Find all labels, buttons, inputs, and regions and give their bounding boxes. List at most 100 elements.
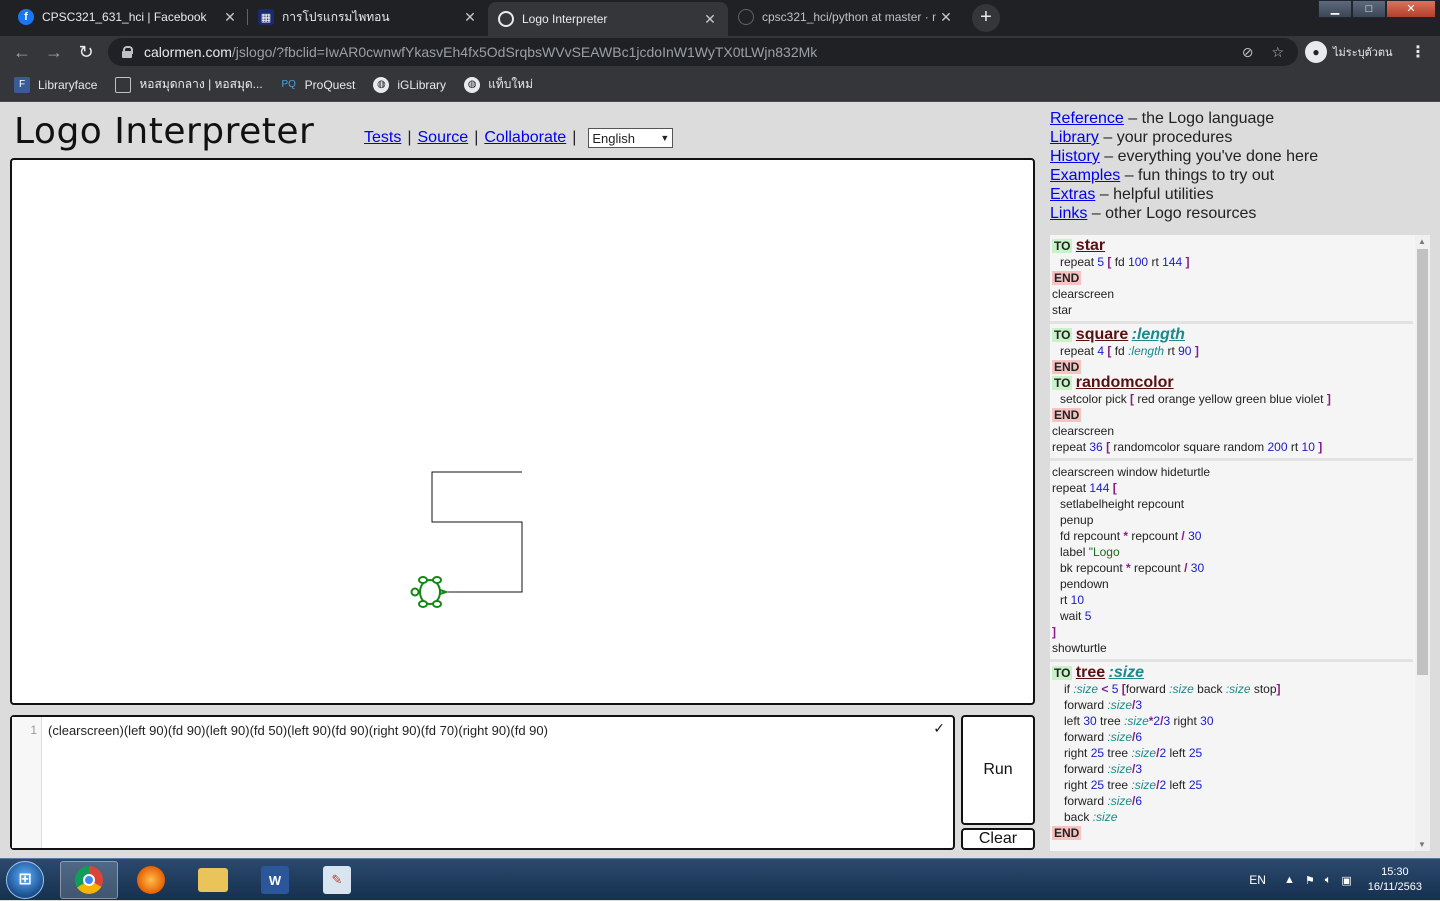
extras-link[interactable]: Extras <box>1050 186 1095 203</box>
taskbar-firefox[interactable] <box>122 861 180 899</box>
flag-icon[interactable]: ⚑ <box>1305 874 1315 887</box>
header-links: Tests | Source | Collaborate | English ▼ <box>364 128 674 148</box>
reference-row: Reference – the Logo language <box>1050 110 1275 127</box>
reference-row: Library – your procedures <box>1050 129 1233 146</box>
turtle-path <box>431 471 523 593</box>
history-link[interactable]: History <box>1050 148 1100 165</box>
logo-icon <box>498 11 514 27</box>
tests-link[interactable]: Tests <box>364 129 401 147</box>
turtle-icon <box>410 576 450 608</box>
code-editor[interactable]: 1 (clearscreen)(left 90)(fd 90)(left 90)… <box>10 715 955 850</box>
proquest-icon: PQ <box>280 76 297 93</box>
chrome-icon <box>75 866 103 894</box>
snippet-square-randomcolor[interactable]: TO square :length repeat 4 [ fd :length … <box>1050 324 1413 461</box>
maximize-button[interactable]: □ <box>1352 0 1386 18</box>
close-tab-icon[interactable]: ✕ <box>460 9 480 26</box>
close-window-button[interactable]: ✕ <box>1386 0 1436 18</box>
links-link[interactable]: Links <box>1050 205 1087 222</box>
network-icon[interactable]: ▣ <box>1341 874 1351 887</box>
reference-link[interactable]: Reference <box>1050 110 1124 127</box>
github-icon <box>738 9 754 25</box>
code-input[interactable]: (clearscreen)(left 90)(fd 90)(left 90)(f… <box>48 723 548 738</box>
forward-arrow-icon[interactable]: → <box>42 40 66 64</box>
close-tab-icon[interactable]: ✕ <box>936 9 956 26</box>
incognito-icon: ● <box>1305 41 1327 63</box>
url-text[interactable]: calormen.com/jslogo/?fbclid=IwAR0cwnwfYk… <box>144 44 817 60</box>
logo-page: Logo Interpreter Tests | Source | Collab… <box>0 103 1440 858</box>
show-hidden-icons-icon[interactable]: ▲ <box>1284 874 1295 886</box>
scroll-down-icon[interactable]: ▼ <box>1418 840 1426 849</box>
clear-button[interactable]: Clear <box>961 828 1035 850</box>
chevron-down-icon: ▼ <box>660 133 670 143</box>
tab-github[interactable]: cpsc321_hci/python at master · n ✕ <box>728 0 964 34</box>
run-button[interactable]: Run <box>961 715 1035 825</box>
address-bar[interactable]: calormen.com/jslogo/?fbclid=IwAR0cwnwfYk… <box>108 38 1298 66</box>
clock[interactable]: 15:30 16/11/2563 <box>1368 865 1422 895</box>
reference-row: Extras – helpful utilities <box>1050 186 1214 203</box>
shield-icon <box>115 76 132 93</box>
paint-icon: ✎ <box>323 866 351 894</box>
tab-logo-interpreter[interactable]: Logo Interpreter ✕ <box>488 2 728 36</box>
procedure-name: star <box>1075 237 1106 254</box>
turtle-canvas[interactable] <box>10 158 1035 705</box>
system-tray: EN ▲ ⚑ 🔈︎ ▣ 15:30 16/11/2563 <box>1249 859 1422 901</box>
tab-python-course[interactable]: ▦ การโปรแกรมไพทอน ✕ <box>248 0 488 34</box>
site-icon: ▦ <box>258 9 274 25</box>
bookmarks-bar: F Libraryface หอสมุดกลาง | หอสมุด... PQ Pr… <box>0 68 1440 102</box>
omnibox-icons: ⊘ ☆ <box>1242 44 1284 61</box>
firefox-icon <box>137 866 165 894</box>
procedure-name: randomcolor <box>1075 374 1174 391</box>
taskbar-chrome[interactable] <box>60 861 118 899</box>
volume-icon[interactable]: 🔈︎ <box>1325 874 1332 887</box>
minimize-button[interactable]: ▁ <box>1318 0 1352 18</box>
bookmark-star-icon[interactable]: ☆ <box>1271 44 1284 61</box>
facebook-icon: f <box>18 9 34 25</box>
reference-row: Links – other Logo resources <box>1050 205 1257 222</box>
examples-panel[interactable]: TO star repeat 5 [ fd 100 rt 144 ] END c… <box>1050 235 1430 851</box>
browser-tab-strip: f CPSC321_631_hci | Facebook ✕ ▦ การโปรแ… <box>0 0 1440 36</box>
eye-slash-icon[interactable]: ⊘ <box>1242 44 1254 61</box>
reload-icon[interactable]: ↻ <box>74 40 98 64</box>
taskbar-explorer[interactable] <box>184 861 242 899</box>
input-language[interactable]: EN <box>1249 873 1266 887</box>
source-link[interactable]: Source <box>418 129 469 147</box>
tab-facebook[interactable]: f CPSC321_631_hci | Facebook ✕ <box>8 0 248 34</box>
lock-icon[interactable] <box>122 46 133 58</box>
page-title: Logo Interpreter <box>14 111 315 152</box>
more-menu-icon[interactable]: ⋮ <box>1410 42 1426 62</box>
turtle-drawing <box>410 471 523 608</box>
examples-link[interactable]: Examples <box>1050 167 1120 184</box>
start-button[interactable]: ⊞ <box>6 861 44 899</box>
language-select[interactable]: English ▼ <box>588 128 674 148</box>
windows-taskbar: ⊞ W ✎ EN ▲ ⚑ 🔈︎ ▣ 15:30 16/11/2563 <box>0 858 1440 900</box>
procedure-name: square <box>1075 326 1129 343</box>
browser-toolbar: ← → ↻ calormen.com/jslogo/?fbclid=IwAR0c… <box>0 36 1440 68</box>
bookmark-iglibrary[interactable]: ◍ iGLibrary <box>373 76 446 93</box>
taskbar-paint[interactable]: ✎ <box>308 861 366 899</box>
collaborate-link[interactable]: Collaborate <box>484 129 566 147</box>
library-link[interactable]: Library <box>1050 129 1099 146</box>
bookmark-central-library[interactable]: หอสมุดกลาง | หอสมุด... <box>115 75 263 94</box>
panel-scrollbar[interactable]: ▲ ▼ <box>1415 235 1430 851</box>
bookmark-new-tab[interactable]: ◍ แท็บใหม่ <box>464 75 533 94</box>
snippet-labels[interactable]: clearscreen window hideturtle repeat 144… <box>1050 461 1413 662</box>
back-arrow-icon[interactable]: ← <box>10 40 34 64</box>
reference-row: History – everything you've done here <box>1050 148 1319 165</box>
word-icon: W <box>261 866 289 894</box>
reference-links: Reference – the Logo language Library – … <box>1050 109 1318 223</box>
taskbar-word[interactable]: W <box>246 861 304 899</box>
incognito-profile[interactable]: ● ไม่ระบุตัวตน <box>1305 40 1393 64</box>
new-tab-button[interactable]: + <box>972 4 1000 32</box>
scroll-up-icon[interactable]: ▲ <box>1418 237 1426 246</box>
scrollbar-thumb[interactable] <box>1417 249 1428 675</box>
close-tab-icon[interactable]: ✕ <box>220 9 240 26</box>
snippet-star[interactable]: TO star repeat 5 [ fd 100 rt 144 ] END c… <box>1050 235 1413 324</box>
close-tab-icon[interactable]: ✕ <box>700 11 720 28</box>
bookmark-proquest[interactable]: PQ ProQuest <box>280 76 355 93</box>
globe-icon: ◍ <box>464 76 481 93</box>
procedure-name: tree <box>1075 664 1106 681</box>
libraryface-icon: F <box>14 76 30 93</box>
snippet-tree[interactable]: TO tree :size if :size < 5 [forward :siz… <box>1050 662 1413 844</box>
checkmark-icon: ✓ <box>933 720 945 736</box>
bookmark-libraryface[interactable]: F Libraryface <box>14 76 97 93</box>
